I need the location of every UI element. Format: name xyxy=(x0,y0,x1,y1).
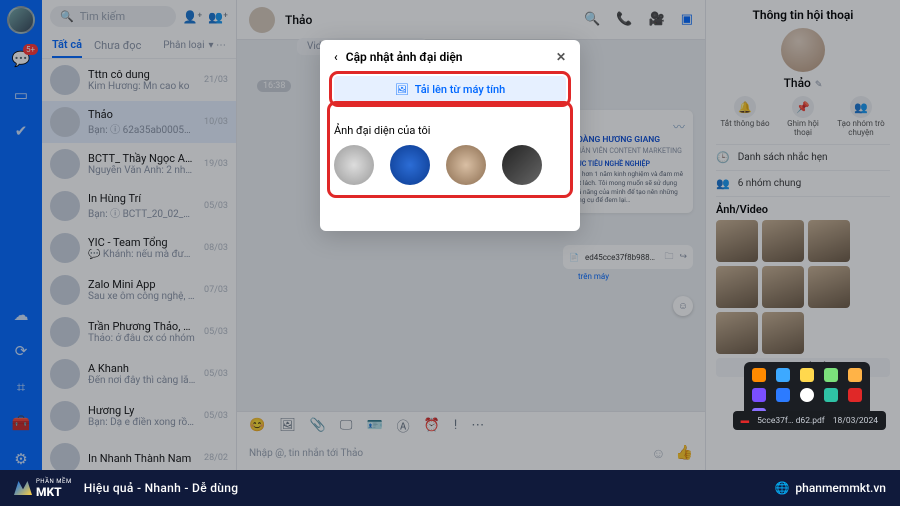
taskbar-file-date: 18/03/2024 xyxy=(833,416,878,426)
taskbar-file-name: 5cce37f… d62.pdf xyxy=(757,416,825,426)
upload-label: Tải lên từ máy tính xyxy=(415,83,505,96)
mkt-logo: PHẦN MỀM MKT xyxy=(14,478,72,499)
my-avatars-section: Ảnh đại diện của tôi xyxy=(334,108,566,191)
avatar-choice[interactable] xyxy=(334,145,374,185)
avatar-choice[interactable] xyxy=(446,145,486,185)
modal-title: Cập nhật ảnh đại diện xyxy=(346,50,463,64)
globe-icon: 🌐 xyxy=(774,481,789,495)
brand-footer: PHẦN MỀM MKT Hiệu quả - Nhanh - Dễ dùng … xyxy=(0,470,900,506)
upload-from-computer-button[interactable]: 🖼 Tải lên từ máy tính xyxy=(334,76,566,102)
footer-slogan: Hiệu quả - Nhanh - Dễ dùng xyxy=(84,481,239,495)
my-avatars-label: Ảnh đại diện của tôi xyxy=(334,124,566,137)
taskbar-doc[interactable]: ▬ 5cce37f… d62.pdf 18/03/2024 xyxy=(733,411,886,430)
avatar-choice[interactable] xyxy=(502,145,542,185)
app-window: 💬5+ ▭ ✔ ☁ ⟳ ⌗ 🧰 ⚙ 🔍 Tìm kiếm 👤⁺ 👥⁺ Tất c… xyxy=(0,0,900,470)
image-upload-icon: 🖼 xyxy=(395,83,409,96)
back-icon[interactable]: ‹ xyxy=(334,50,338,64)
pdf-icon: ▬ xyxy=(741,415,750,426)
avatar-choice[interactable] xyxy=(390,145,430,185)
close-icon[interactable]: ✕ xyxy=(556,50,566,64)
update-avatar-modal: ‹ Cập nhật ảnh đại diện ✕ 🖼 Tải lên từ m… xyxy=(320,40,580,231)
footer-site[interactable]: 🌐 phanmemmkt.vn xyxy=(774,481,886,495)
